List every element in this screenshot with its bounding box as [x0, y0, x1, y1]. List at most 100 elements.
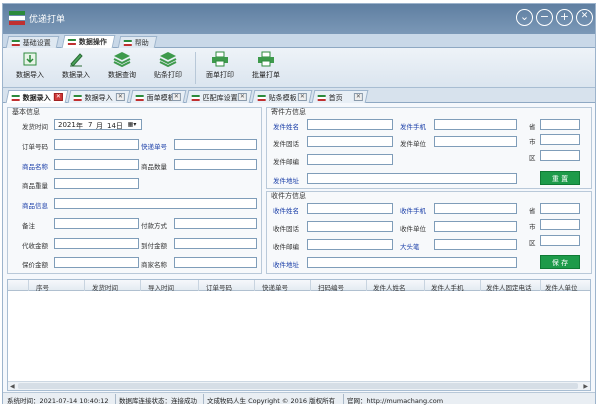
close-tab-icon[interactable]: ✕ [237, 93, 247, 101]
sender-phone-input[interactable] [307, 136, 393, 147]
layers-icon [113, 51, 131, 68]
arrival-pay-input[interactable] [174, 238, 257, 249]
doc-tab-data-entry[interactable]: 数据录入 ✕ [5, 90, 69, 103]
doc-tab-match-lib[interactable]: 匹配库设置 ✕ [185, 90, 253, 103]
receiver-province-input[interactable] [540, 203, 580, 214]
column-header[interactable]: 发件人单位 [545, 282, 578, 292]
toolbar-waybill-print-button[interactable]: 面单打印 [197, 50, 243, 86]
receiver-name-input[interactable] [307, 203, 393, 214]
sender-postcode-label: 发件邮编 [273, 158, 299, 166]
toolbar-label-print-label: 贴条打印 [154, 71, 182, 79]
status-website[interactable]: 官网：http://mumachang.com [347, 395, 443, 405]
column-header[interactable]: 发件人姓名 [373, 282, 406, 292]
receiver-city-input[interactable] [540, 219, 580, 230]
doc-tab-label-template[interactable]: 贴条模板 ✕ [251, 90, 313, 103]
pay-method-input[interactable] [174, 218, 257, 229]
order-no-input[interactable] [54, 139, 139, 150]
minimize-button[interactable]: − [536, 9, 553, 26]
close-tab-icon[interactable]: ✕ [353, 93, 363, 101]
big-pen-label: 大头笔 [400, 243, 420, 251]
basic-info-group: 基本信息 发货时间 2021 年 7 月 14日 ▦▾ 订单号码 快递单号 商品… [7, 107, 262, 274]
receiver-phone-input[interactable] [307, 221, 393, 232]
column-header[interactable]: 订单号码 [206, 282, 232, 292]
close-tab-icon[interactable]: ✕ [171, 93, 181, 101]
doc-tab-home[interactable]: 首页 ✕ [311, 90, 369, 103]
send-date-picker[interactable]: 2021 年 7 月 14日 ▦▾ [54, 119, 142, 130]
sender-district-input[interactable] [540, 150, 580, 161]
goods-qty-label: 商品数量 [141, 163, 167, 171]
column-separator [84, 280, 85, 291]
column-header[interactable]: 序号 [36, 282, 49, 292]
scroll-left-icon[interactable]: ◀ [10, 383, 15, 390]
toolbar-entry-button[interactable]: 数据录入 [53, 50, 99, 86]
horizontal-scrollbar[interactable]: ◀ ▶ [8, 381, 590, 390]
receiver-address-input[interactable] [307, 257, 517, 268]
close-tab-icon[interactable]: ✕ [53, 93, 63, 101]
sender-mobile-input[interactable] [434, 119, 517, 130]
column-header[interactable]: 发件人手机 [431, 282, 464, 292]
maximize-button[interactable]: + [556, 9, 573, 26]
reset-button[interactable]: 重 置 [540, 171, 580, 185]
receiver-postcode-label: 收件邮编 [273, 243, 299, 251]
calendar-dropdown-icon[interactable]: ▦▾ [125, 120, 139, 129]
toolbar-batch-print-label: 批量打单 [252, 71, 280, 79]
column-header[interactable]: 发货时间 [92, 282, 118, 292]
save-button[interactable]: 保 存 [540, 255, 580, 269]
toolbar-label-print-button[interactable]: 贴条打印 [145, 50, 191, 86]
sender-province-input[interactable] [540, 119, 580, 130]
data-grid[interactable]: 序号 发货时间 导入时间 订单号码 快递单号 扫码编号 发件人姓名 发件人手机 … [7, 279, 591, 391]
toolbar-waybill-print-label: 面单打印 [206, 71, 234, 79]
big-pen-input[interactable] [434, 239, 517, 250]
column-header[interactable]: 快递单号 [262, 282, 288, 292]
remark-input[interactable] [54, 218, 139, 229]
sender-info-group: 寄件方信息 发件姓名 发件手机 省 发件固话 发件单位 市 发件邮编 区 发件地… [266, 107, 592, 189]
menu-tab-basic-settings[interactable]: 基础设置 [5, 36, 60, 48]
express-no-input[interactable] [174, 139, 257, 150]
sender-postcode-input[interactable] [307, 154, 393, 165]
goods-name-input[interactable] [54, 159, 139, 170]
receiver-company-input[interactable] [434, 221, 517, 232]
status-system-time: 系统时间：2021-07-14 10:40:12 [7, 397, 109, 405]
toolbar-batch-print-button[interactable]: 批量打单 [243, 50, 289, 86]
column-header[interactable]: 扫码编号 [318, 282, 344, 292]
send-time-label: 发货时间 [22, 123, 48, 131]
receiver-address-label: 收件地址 [273, 261, 299, 269]
toolbar-query-label: 数据查询 [108, 71, 136, 79]
receiver-province-label: 省 [529, 207, 536, 215]
scroll-right-icon[interactable]: ▶ [583, 383, 588, 390]
menu-tab-help[interactable]: 帮助 [117, 36, 158, 48]
receiver-district-input[interactable] [540, 235, 580, 246]
sender-company-input[interactable] [434, 136, 517, 147]
sender-city-input[interactable] [540, 134, 580, 145]
receiver-mobile-input[interactable] [434, 203, 517, 214]
menu-tab-icon [11, 40, 20, 46]
goods-info-input[interactable] [54, 198, 257, 209]
cod-amount-input[interactable] [54, 238, 139, 249]
toolbar-import-button[interactable]: 数据导入 [7, 50, 53, 86]
insured-amount-input[interactable] [54, 257, 139, 268]
doc-tab-data-import[interactable]: 数据导入 ✕ [67, 90, 131, 103]
goods-weight-input[interactable] [54, 178, 139, 189]
column-header[interactable]: 导入时间 [148, 282, 174, 292]
doc-tab-waybill-template[interactable]: 面单模板 ✕ [129, 90, 187, 103]
toolbar-query-button[interactable]: 数据查询 [99, 50, 145, 86]
app-window: 优递打单 ⌄ − + ✕ 基础设置 数据操作 帮助 数据导入 数据录入 数据查询 [2, 3, 596, 405]
sender-address-input[interactable] [307, 173, 517, 184]
shop-name-input[interactable] [174, 257, 257, 268]
close-button[interactable]: ✕ [576, 9, 593, 26]
goods-qty-input[interactable] [174, 159, 257, 170]
close-tab-icon[interactable]: ✕ [115, 93, 125, 101]
goods-name-label: 商品名称 [22, 163, 48, 171]
receiver-district-label: 区 [529, 239, 536, 247]
scroll-thumb[interactable] [18, 383, 578, 389]
close-tab-icon[interactable]: ✕ [297, 93, 307, 101]
doc-tab-label: 数据导入 [84, 94, 113, 102]
receiver-postcode-input[interactable] [307, 239, 393, 250]
title-bar[interactable]: 优递打单 ⌄ − + ✕ [3, 4, 595, 34]
options-button[interactable]: ⌄ [516, 9, 533, 26]
menu-tab-label: 基础设置 [22, 39, 51, 47]
sender-name-input[interactable] [307, 119, 393, 130]
menu-tab-data-ops[interactable]: 数据操作 [61, 35, 116, 48]
app-title: 优递打单 [29, 15, 66, 25]
column-header[interactable]: 发件人固定电话 [486, 282, 532, 292]
